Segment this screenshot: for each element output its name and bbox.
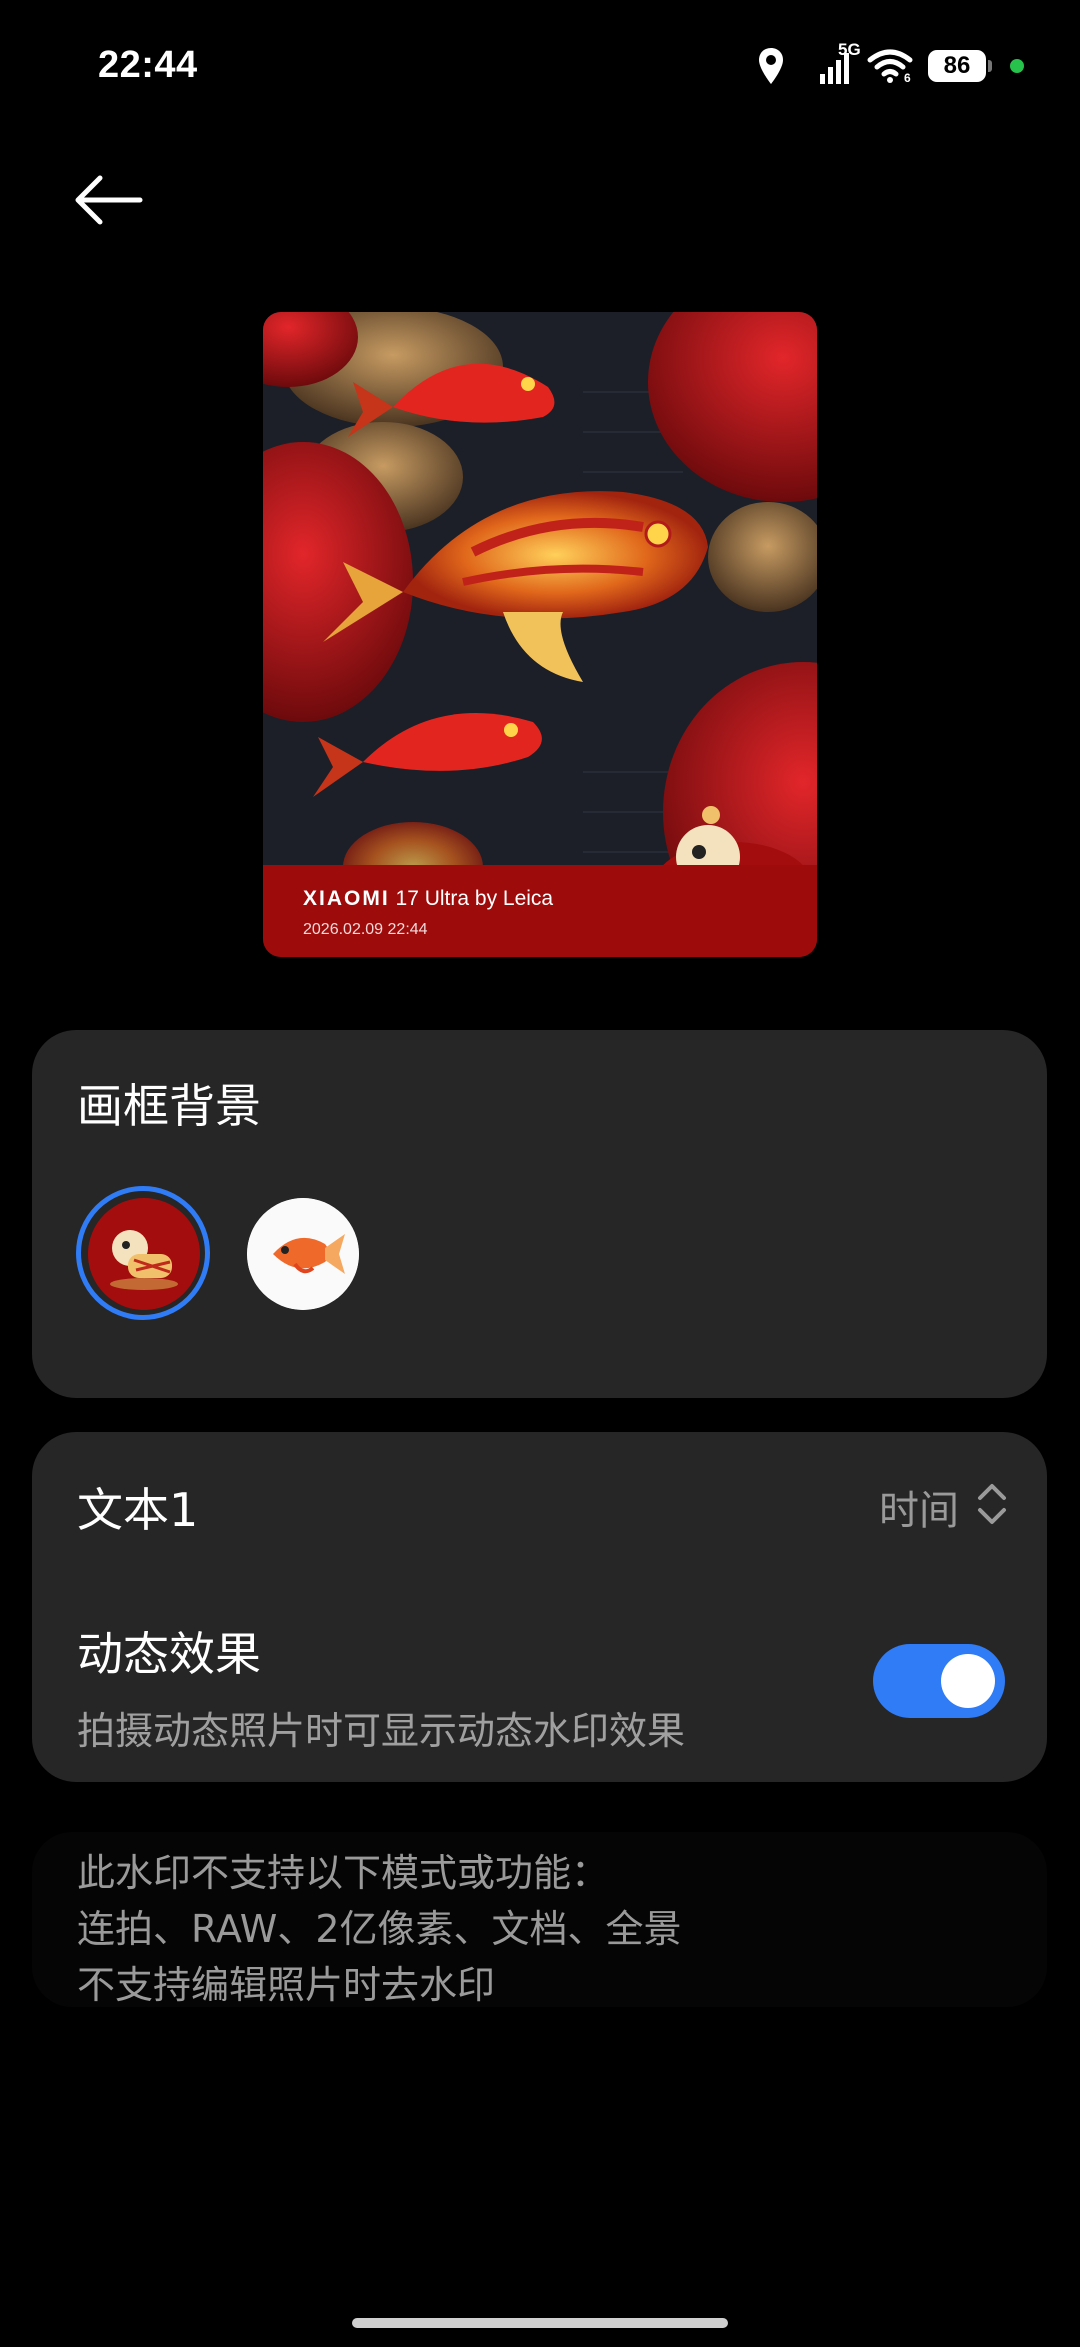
signal-icon [820, 53, 849, 84]
watermark-brand: XIAOMI [303, 887, 390, 910]
notice-line-2: 连拍、RAW、2亿像素、文档、全景 [77, 1907, 682, 1951]
preview-photo [263, 312, 817, 957]
frame-background-title: 画框背景 [77, 1079, 261, 1133]
back-arrow-icon[interactable] [70, 170, 146, 230]
text-settings-card: 文本1 时间 动态效果 拍摄动态照片时可显示动态水印效果 [32, 1432, 1047, 1782]
svg-text:6: 6 [904, 71, 911, 84]
cell-signal: 5G [800, 40, 861, 86]
watermark-bar [263, 865, 817, 957]
notice-line-3: 不支持编辑照片时去水印 [77, 1963, 496, 2007]
dynamic-effect-toggle[interactable] [873, 1644, 1005, 1718]
lion-dance-icon [88, 1198, 200, 1310]
privacy-dot [1010, 59, 1024, 73]
watermark-model: 17 Ultra [395, 887, 470, 910]
watermark-by: by Leica [474, 887, 554, 910]
chevron-updown-icon[interactable] [975, 1480, 1009, 1528]
status-time: 22:44 [98, 44, 198, 86]
watermark-title: XIAOMI 17 Ultra by Leica [303, 887, 553, 911]
dynamic-effect-desc: 拍摄动态照片时可显示动态水印效果 [77, 1709, 686, 1753]
toggle-knob [941, 1654, 995, 1708]
notice-line-1: 此水印不支持以下模式或功能： [77, 1851, 610, 1895]
watermark-preview: XIAOMI 17 Ultra by Leica 2026.02.09 22:4… [263, 312, 817, 957]
watermark-datetime: 2026.02.09 22:44 [303, 921, 428, 938]
text1-value[interactable]: 时间 [879, 1478, 959, 1536]
text1-label[interactable]: 文本1 [77, 1474, 198, 1540]
location-icon [759, 48, 783, 84]
battery-indicator: 86 [928, 50, 992, 82]
frame-option-lion[interactable] [88, 1198, 200, 1310]
unsupported-notice: 此水印不支持以下模式或功能： 连拍、RAW、2亿像素、文档、全景 不支持编辑照片… [32, 1832, 1047, 2007]
frame-option-koi[interactable] [247, 1198, 359, 1310]
home-indicator[interactable] [352, 2318, 728, 2328]
status-icons: 5G 6 86 [756, 40, 1024, 88]
dynamic-effect-label: 动态效果 [77, 1627, 261, 1681]
koi-fish-icon [247, 1198, 359, 1310]
wifi-icon: 6 [867, 49, 913, 84]
frame-background-card: 画框背景 [32, 1030, 1047, 1398]
